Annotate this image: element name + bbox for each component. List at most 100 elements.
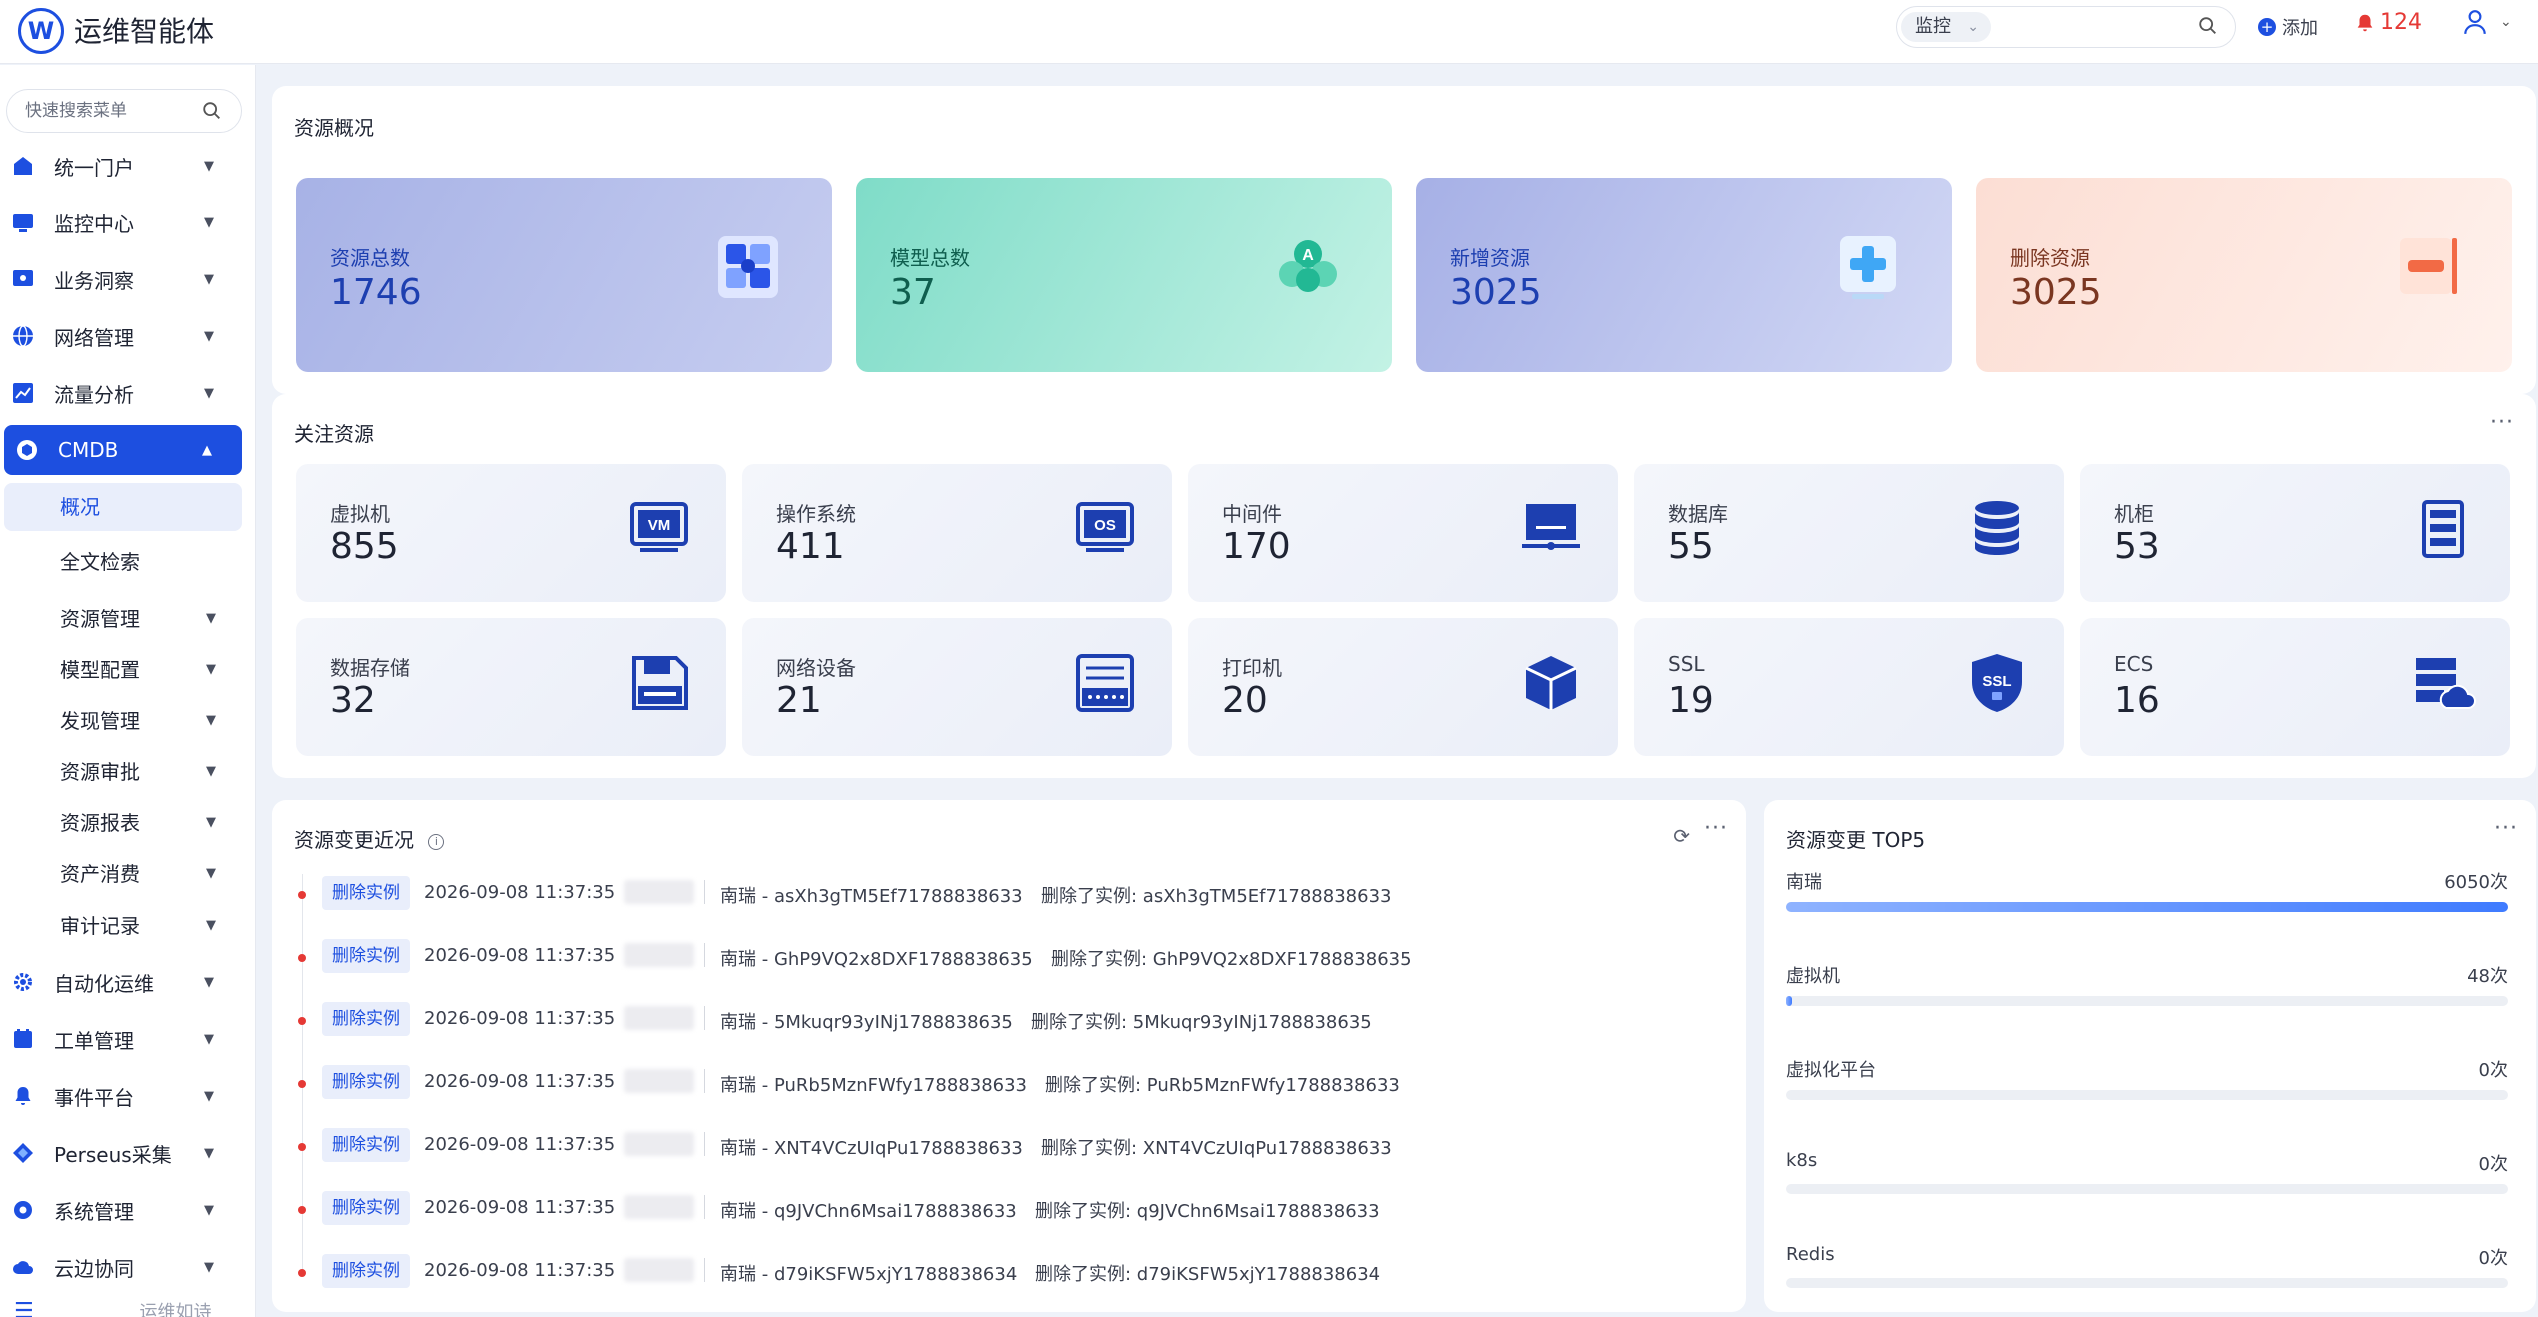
monitor-icon (13, 214, 33, 232)
refresh-icon[interactable]: ⟳ (1673, 824, 1690, 848)
sidebar-subitem-consumption[interactable]: 资产消费 ▼ (4, 850, 242, 898)
user-menu[interactable]: ⌄ (2462, 8, 2512, 36)
change-target[interactable]: 南瑞 - GhP9VQ2x8DXF1788838635 (720, 945, 1033, 971)
chevron-down-icon: ▼ (206, 611, 216, 626)
sidebar-subitem-label: 资源报表 (60, 811, 140, 835)
sidebar-item-cloud-edge[interactable]: 云边协同 ▼ (0, 1242, 244, 1292)
change-type-tag: 删除实例 (322, 1128, 410, 1162)
change-action: 删除了实例: d79iKSFW5xjY1788838634 (1035, 1264, 1381, 1285)
blurred-user (624, 1258, 694, 1282)
divider (704, 1069, 705, 1093)
sidebar-item-insight[interactable]: 业务洞察 ▼ (0, 254, 244, 304)
focus-card-storage[interactable]: 数据存储 32 (296, 618, 726, 756)
sidebar-subitem-resources[interactable]: 资源管理 ▼ (4, 595, 242, 643)
change-target[interactable]: 南瑞 - asXh3gTM5Ef71788838633 (720, 882, 1023, 908)
more-icon[interactable]: ··· (2490, 410, 2514, 435)
cmdb-icon (17, 440, 37, 460)
cabinet-icon (2422, 500, 2464, 558)
change-target[interactable]: 南瑞 - d79iKSFW5xjY1788838634 (720, 1260, 1017, 1286)
focus-card-vm[interactable]: 虚拟机 855 VM (296, 464, 726, 602)
chevron-up-icon: ▲ (202, 442, 212, 458)
panel-title: 资源变更 TOP5 (1786, 828, 1926, 852)
sidebar-subitem-fulltext[interactable]: 全文检索 (4, 538, 242, 586)
add-button[interactable]: + 添加 (2258, 14, 2318, 40)
gear-icon (14, 973, 32, 991)
sidebar-item-traffic[interactable]: 流量分析 ▼ (0, 368, 244, 418)
menu-search-input[interactable]: 快速搜索菜单 (6, 89, 242, 133)
collapse-menu-icon[interactable]: ☰ (14, 1299, 34, 1317)
sidebar-item-label: 统一门户 (54, 155, 134, 180)
sidebar-item-label: 云边协同 (54, 1256, 134, 1281)
sidebar: 快速搜索菜单 统一门户 ▼ 监控中心 ▼ 业务洞察 ▼ 网络管理 ▼ 流量分析 … (0, 65, 256, 1317)
change-target[interactable]: 南瑞 - PuRb5MznFWfy1788838633 (720, 1071, 1027, 1097)
bell-icon (2357, 14, 2373, 31)
change-target[interactable]: 南瑞 - 5Mkuqr93yINj1788838635 (720, 1008, 1013, 1034)
sidebar-item-portal[interactable]: 统一门户 ▼ (0, 141, 244, 191)
sidebar-item-cmdb[interactable]: CMDB ▲ (4, 425, 242, 475)
overview-card-total[interactable]: 资源总数 1746 (296, 178, 832, 372)
change-action: 删除了实例: GhP9VQ2x8DXF1788838635 (1051, 949, 1412, 970)
timeline-row: 删除实例 2026-09-08 11:37:35 南瑞 - asXh3gTM5E… (272, 870, 1672, 932)
change-type-tag: 删除实例 (322, 1002, 410, 1036)
focus-card-printer[interactable]: 打印机 20 (1188, 618, 1618, 756)
cloud-icon (13, 1261, 33, 1274)
focus-card-middleware[interactable]: 中间件 170 (1188, 464, 1618, 602)
ecs-icon (2416, 658, 2476, 709)
info-icon[interactable]: i (428, 833, 445, 850)
focus-card-database[interactable]: 数据库 55 (1634, 464, 2064, 602)
app-logo[interactable]: W (18, 8, 64, 54)
change-action: 删除了实例: asXh3gTM5Ef71788838633 (1041, 886, 1392, 907)
focus-card-cabinet[interactable]: 机柜 53 (2080, 464, 2510, 602)
change-target[interactable]: 南瑞 - q9JVChn6Msai1788838633 (720, 1197, 1017, 1223)
focus-card-ssl[interactable]: SSL 19 SSL (1634, 618, 2064, 756)
focus-card-network-device[interactable]: 网络设备 21 (742, 618, 1172, 756)
sidebar-subitem-overview[interactable]: 概况 (4, 483, 242, 531)
floppy-icon (632, 656, 688, 710)
sidebar-subitem-approval[interactable]: 资源审批 ▼ (4, 748, 242, 796)
chevron-down-icon: ▼ (206, 662, 216, 677)
overview-card-added[interactable]: 新增资源 3025 (1416, 178, 1952, 372)
bell-icon (15, 1087, 31, 1105)
timeline-row: 删除实例 2026-09-08 11:37:35 南瑞 - GhP9VQ2x8D… (272, 933, 1672, 995)
ssl-shield-icon: SSL (1972, 654, 2022, 712)
panel-title: 资源概况 (294, 116, 374, 140)
timeline-row: 删除实例 2026-09-08 11:37:35 南瑞 - PuRb5MznFW… (272, 1059, 1672, 1121)
overview-card-value: 37 (890, 272, 936, 313)
sidebar-item-perseus[interactable]: Perseus采集 ▼ (0, 1128, 244, 1178)
sidebar-item-automation[interactable]: 自动化运维 ▼ (0, 957, 244, 1007)
change-target[interactable]: 南瑞 - XNT4VCzUIqPu1788838633 (720, 1134, 1023, 1160)
sidebar-footer: ☰ 运维如诗 (14, 1298, 211, 1317)
sidebar-subitem-audit[interactable]: 审计记录 ▼ (4, 902, 242, 950)
settings-icon (14, 1201, 32, 1219)
sidebar-item-system[interactable]: 系统管理 ▼ (0, 1185, 244, 1235)
change-type-tag: 删除实例 (322, 876, 410, 910)
alert-button[interactable]: 124 (2354, 10, 2422, 35)
focus-card-os[interactable]: 操作系统 411 OS (742, 464, 1172, 602)
overview-card-models[interactable]: 模型总数 37 A (856, 178, 1392, 372)
globe-icon (13, 325, 33, 347)
sidebar-subitem-label: 全文检索 (60, 550, 140, 574)
sidebar-item-monitor[interactable]: 监控中心 ▼ (0, 197, 244, 247)
more-icon[interactable]: ··· (2494, 816, 2518, 841)
chevron-down-icon: ⌄ (2500, 14, 2512, 30)
focus-card-ecs[interactable]: ECS 16 (2080, 618, 2510, 756)
panel-title: 资源变更近况 i (294, 824, 445, 853)
more-icon[interactable]: ··· (1704, 816, 1728, 841)
sidebar-item-tickets[interactable]: 工单管理 ▼ (0, 1014, 244, 1064)
sidebar-item-events[interactable]: 事件平台 ▼ (0, 1071, 244, 1121)
sidebar-subitem-models[interactable]: 模型配置 ▼ (4, 646, 242, 694)
sidebar-subitem-discovery[interactable]: 发现管理 ▼ (4, 697, 242, 745)
overview-card-label: 资源总数 (330, 246, 410, 270)
database-icon (1975, 501, 2019, 555)
alert-count: 124 (2380, 10, 2422, 35)
search-icon[interactable] (201, 100, 223, 122)
sidebar-subitem-reports[interactable]: 资源报表 ▼ (4, 799, 242, 847)
sidebar-item-network[interactable]: 网络管理 ▼ (0, 311, 244, 361)
search-scope-select[interactable]: 监控 ⌄ (1901, 12, 1991, 42)
plus-icon: + (2258, 18, 2276, 36)
search-icon[interactable] (2197, 15, 2219, 37)
sidebar-subitem-label: 发现管理 (60, 709, 140, 733)
focus-card-value: 170 (1222, 526, 1291, 567)
overview-card-deleted[interactable]: 删除资源 3025 (1976, 178, 2512, 372)
global-search[interactable]: 监控 ⌄ (1896, 6, 2236, 48)
